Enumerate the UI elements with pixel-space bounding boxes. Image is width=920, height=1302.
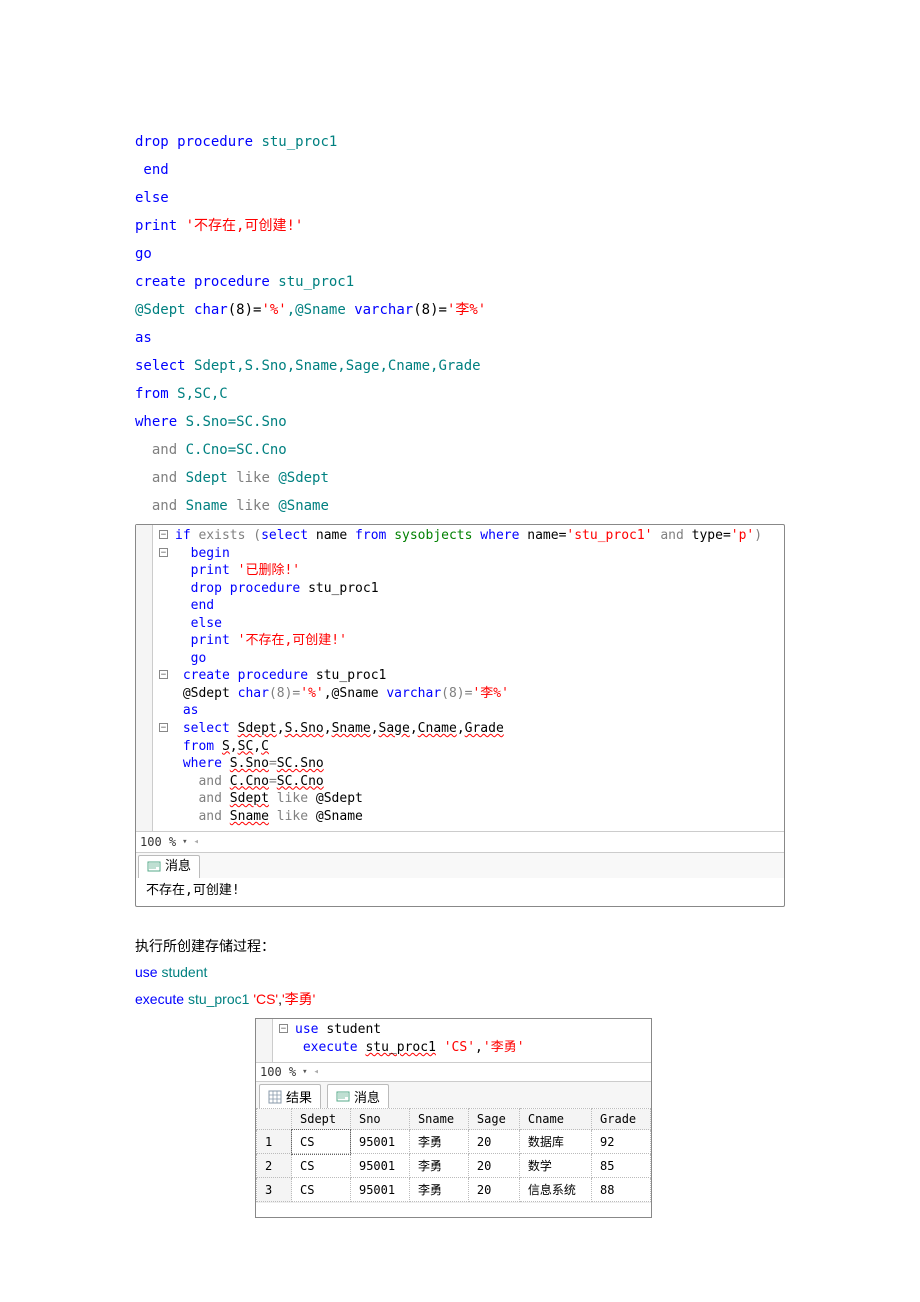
fold-icon[interactable]: − xyxy=(279,1024,288,1033)
tab-results[interactable]: 结果 xyxy=(259,1084,321,1108)
col-grade: Grade xyxy=(592,1109,651,1130)
tab-label: 结果 xyxy=(286,1087,312,1106)
col-sage: Sage xyxy=(468,1109,519,1130)
grid-icon xyxy=(268,1090,282,1104)
editor-gutter xyxy=(256,1019,273,1062)
col-sdept: Sdept xyxy=(292,1109,351,1130)
chevron-down-icon[interactable]: ▾ xyxy=(182,836,187,848)
table-row[interactable]: 3 CS 95001 李勇 20 信息系统 88 xyxy=(257,1178,651,1202)
tab-label: 消息 xyxy=(354,1087,380,1106)
zoom-control[interactable]: 100 % ▾ ◂ xyxy=(256,1062,651,1081)
results-grid[interactable]: Sdept Sno Sname Sage Cname Grade 1 CS 95… xyxy=(256,1108,651,1217)
output-tabs: 消息 xyxy=(136,852,784,878)
tab-label: 消息 xyxy=(165,858,191,876)
editor-gutter xyxy=(136,525,153,831)
fold-icon[interactable]: − xyxy=(159,530,168,539)
fold-icon[interactable]: − xyxy=(159,723,168,732)
col-rownum xyxy=(257,1109,292,1130)
zoom-control[interactable]: 100 % ▾ ◂ xyxy=(136,831,784,852)
sql-code-block: drop procedure stu_proc1 end else print … xyxy=(135,100,785,520)
sql-editor-panel: −if exists (select name from sysobjects … xyxy=(135,524,785,907)
zoom-value: 100 % xyxy=(140,834,176,850)
message-icon xyxy=(147,860,161,874)
message-output: 不存在,可创建! xyxy=(136,878,784,906)
editor-code[interactable]: −use student execute stu_proc1 'CS','李勇' xyxy=(273,1019,651,1062)
col-sname: Sname xyxy=(409,1109,468,1130)
scroll-left-icon[interactable]: ◂ xyxy=(194,836,199,848)
table-row[interactable]: 1 CS 95001 李勇 20 数据库 92 xyxy=(257,1130,651,1154)
zoom-value: 100 % xyxy=(260,1065,296,1079)
scroll-left-icon[interactable]: ◂ xyxy=(314,1067,319,1077)
fold-icon[interactable]: − xyxy=(159,670,168,679)
output-tabs: 结果 消息 xyxy=(256,1081,651,1108)
message-icon xyxy=(336,1090,350,1104)
tab-messages[interactable]: 消息 xyxy=(138,855,200,878)
col-sno: Sno xyxy=(350,1109,409,1130)
col-cname: Cname xyxy=(519,1109,591,1130)
sql-result-panel: −use student execute stu_proc1 'CS','李勇'… xyxy=(255,1018,652,1218)
editor-code[interactable]: −if exists (select name from sysobjects … xyxy=(153,525,784,831)
paragraph-text: 执行所创建存储过程： use student execute stu_proc1… xyxy=(135,933,785,1013)
chevron-down-icon[interactable]: ▾ xyxy=(302,1067,307,1077)
fold-icon[interactable]: − xyxy=(159,548,168,557)
tab-messages[interactable]: 消息 xyxy=(327,1084,389,1108)
table-row[interactable]: 2 CS 95001 李勇 20 数学 85 xyxy=(257,1154,651,1178)
table-header-row: Sdept Sno Sname Sage Cname Grade xyxy=(257,1109,651,1130)
